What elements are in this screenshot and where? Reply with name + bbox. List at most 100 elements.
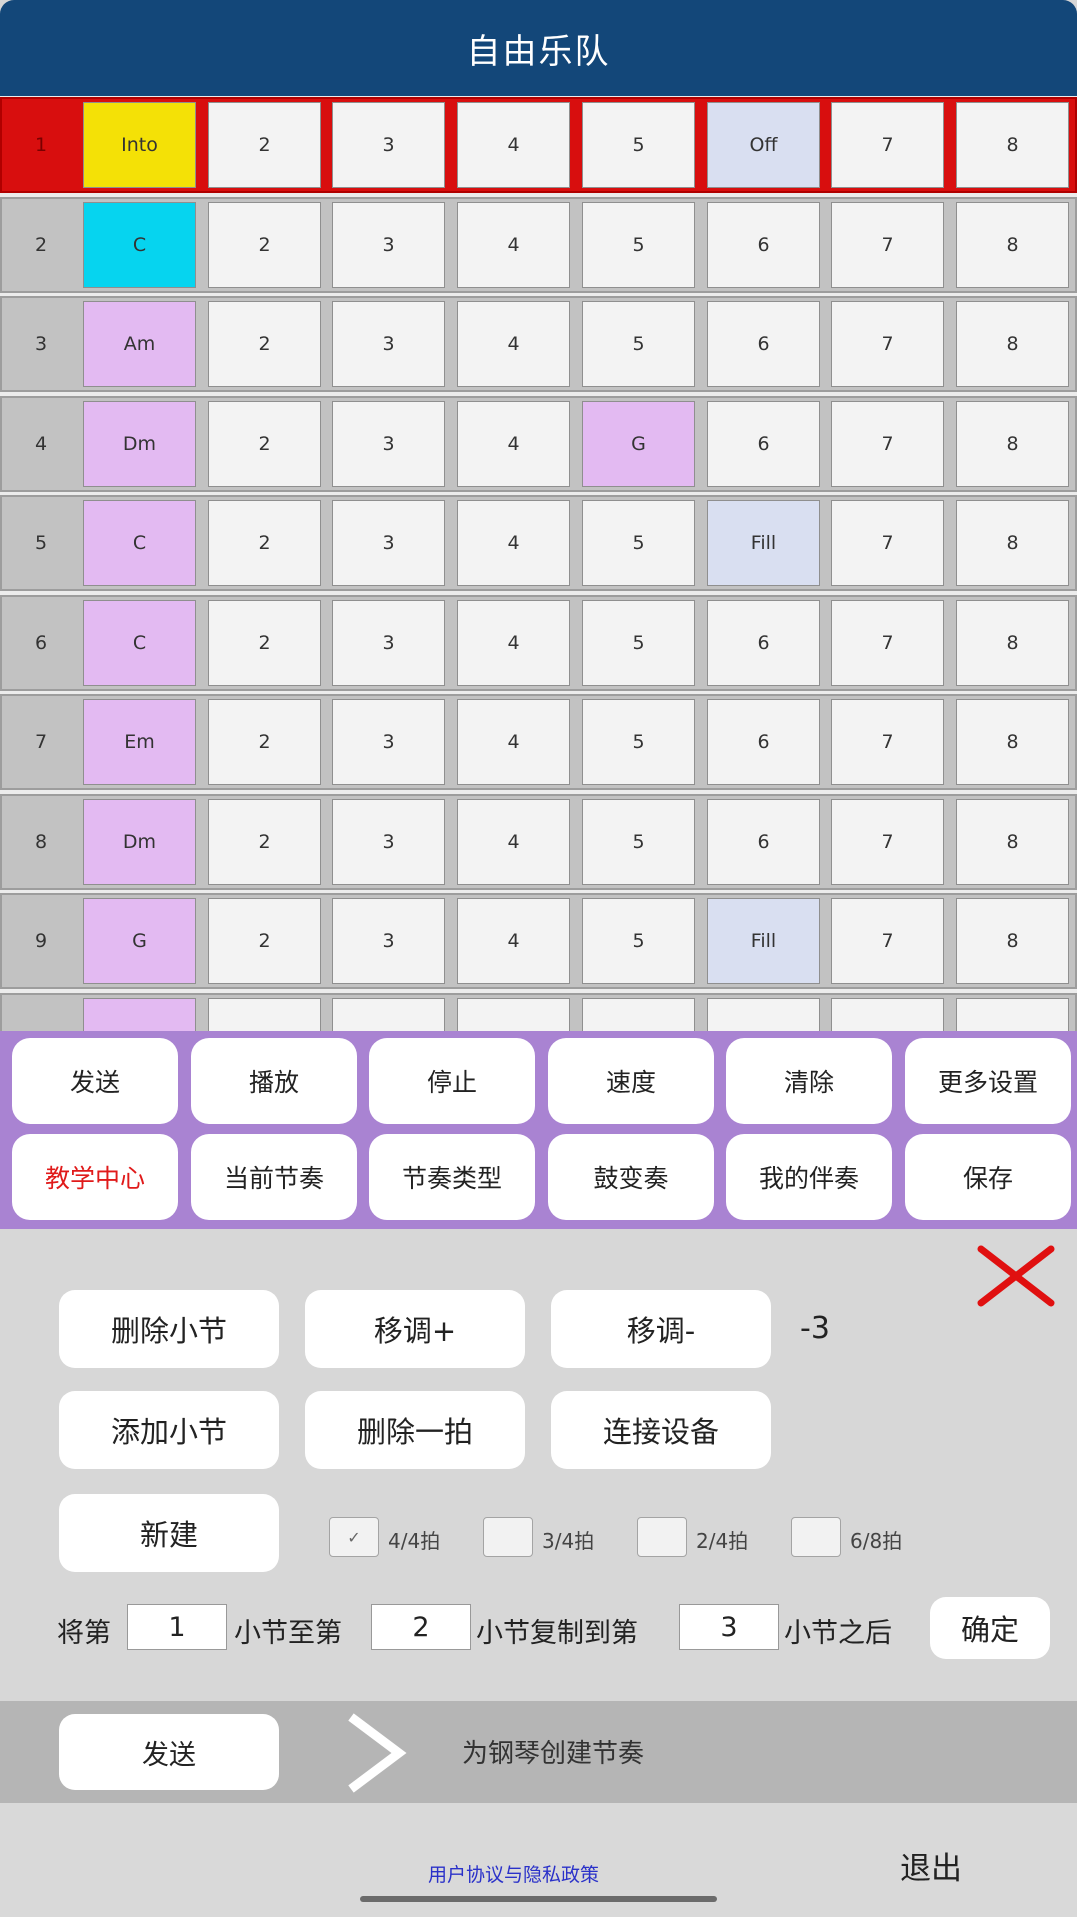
- beat-cell[interactable]: 7: [831, 500, 944, 586]
- confirm-button[interactable]: 确定: [930, 1597, 1050, 1659]
- delete-bar-button[interactable]: 删除小节: [59, 1290, 279, 1368]
- beat-cell[interactable]: 4: [457, 301, 570, 387]
- add-bar-button[interactable]: 添加小节: [59, 1391, 279, 1469]
- menu-button[interactable]: 速度: [548, 1038, 714, 1124]
- beat-cell[interactable]: [457, 998, 570, 1031]
- beat-cell[interactable]: 2: [208, 401, 321, 487]
- checkbox-4-4[interactable]: ✓: [329, 1517, 379, 1557]
- beat-cell[interactable]: 2: [208, 102, 321, 188]
- beat-cell[interactable]: 2: [208, 799, 321, 885]
- beat-cell[interactable]: Fill: [707, 500, 820, 586]
- beat-cell[interactable]: Dm: [83, 401, 196, 487]
- beat-cell[interactable]: 4: [457, 699, 570, 785]
- beat-cell[interactable]: 6: [707, 799, 820, 885]
- beat-cell[interactable]: 5: [582, 500, 695, 586]
- beat-cell[interactable]: 4: [457, 102, 570, 188]
- beat-cell[interactable]: 6: [707, 301, 820, 387]
- beat-cell[interactable]: 3: [332, 500, 445, 586]
- beat-cell[interactable]: 4: [457, 898, 570, 984]
- beat-cell[interactable]: 7: [831, 600, 944, 686]
- beat-cell[interactable]: 4: [457, 500, 570, 586]
- transpose-up-button[interactable]: 移调+: [305, 1290, 525, 1368]
- beat-cell[interactable]: C: [83, 500, 196, 586]
- beat-cell[interactable]: 3: [332, 202, 445, 288]
- beat-cell[interactable]: [707, 998, 820, 1031]
- beat-cell[interactable]: Off: [707, 102, 820, 188]
- beat-cell[interactable]: [83, 998, 196, 1031]
- beat-cell[interactable]: 6: [707, 699, 820, 785]
- beat-cell[interactable]: Em: [83, 699, 196, 785]
- menu-button[interactable]: 保存: [905, 1134, 1071, 1220]
- beat-cell[interactable]: 8: [956, 102, 1069, 188]
- beat-cell[interactable]: 3: [332, 898, 445, 984]
- checkbox-2-4[interactable]: [637, 1517, 687, 1557]
- beat-cell[interactable]: 7: [831, 699, 944, 785]
- beat-cell[interactable]: 3: [332, 102, 445, 188]
- menu-button[interactable]: 更多设置: [905, 1038, 1071, 1124]
- beat-cell[interactable]: [956, 998, 1069, 1031]
- beat-cell[interactable]: 4: [457, 600, 570, 686]
- beat-cell[interactable]: 2: [208, 301, 321, 387]
- beat-cell[interactable]: 8: [956, 500, 1069, 586]
- beat-cell[interactable]: 6: [707, 600, 820, 686]
- menu-button[interactable]: 发送: [12, 1038, 178, 1124]
- copy-to-input[interactable]: 2: [371, 1604, 471, 1650]
- beat-cell[interactable]: 7: [831, 301, 944, 387]
- menu-button[interactable]: 节奏类型: [369, 1134, 535, 1220]
- logout-button[interactable]: 退出: [900, 1843, 962, 1888]
- menu-button[interactable]: 清除: [726, 1038, 892, 1124]
- copy-target-input[interactable]: 3: [679, 1604, 779, 1650]
- beat-cell[interactable]: G: [582, 401, 695, 487]
- privacy-link[interactable]: 用户协议与隐私政策: [428, 1860, 599, 1887]
- beat-cell[interactable]: 6: [707, 401, 820, 487]
- copy-from-input[interactable]: 1: [127, 1604, 227, 1650]
- beat-cell[interactable]: 3: [332, 301, 445, 387]
- new-button[interactable]: 新建: [59, 1494, 279, 1572]
- menu-button[interactable]: 我的伴奏: [726, 1134, 892, 1220]
- beat-cell[interactable]: 3: [332, 600, 445, 686]
- beat-cell[interactable]: 5: [582, 699, 695, 785]
- menu-button[interactable]: 教学中心: [12, 1134, 178, 1220]
- beat-cell[interactable]: 8: [956, 699, 1069, 785]
- beat-cell[interactable]: Into: [83, 102, 196, 188]
- beat-cell[interactable]: 2: [208, 202, 321, 288]
- beat-cell[interactable]: 5: [582, 301, 695, 387]
- beat-cell[interactable]: 8: [956, 600, 1069, 686]
- beat-cell[interactable]: 8: [956, 301, 1069, 387]
- menu-button[interactable]: 鼓变奏: [548, 1134, 714, 1220]
- beat-cell[interactable]: C: [83, 600, 196, 686]
- close-icon[interactable]: [976, 1245, 1056, 1307]
- menu-button[interactable]: 当前节奏: [191, 1134, 357, 1220]
- beat-cell[interactable]: G: [83, 898, 196, 984]
- beat-cell[interactable]: 7: [831, 202, 944, 288]
- checkbox-3-4[interactable]: [483, 1517, 533, 1557]
- beat-cell[interactable]: 8: [956, 898, 1069, 984]
- beat-cell[interactable]: C: [83, 202, 196, 288]
- connect-device-button[interactable]: 连接设备: [551, 1391, 771, 1469]
- beat-cell[interactable]: Dm: [83, 799, 196, 885]
- beat-cell[interactable]: 7: [831, 401, 944, 487]
- beat-cell[interactable]: [831, 998, 944, 1031]
- beat-cell[interactable]: 8: [956, 401, 1069, 487]
- beat-cell[interactable]: 5: [582, 799, 695, 885]
- checkbox-6-8[interactable]: [791, 1517, 841, 1557]
- beat-cell[interactable]: 7: [831, 799, 944, 885]
- beat-cell[interactable]: 2: [208, 600, 321, 686]
- beat-cell[interactable]: 5: [582, 202, 695, 288]
- beat-cell[interactable]: 3: [332, 799, 445, 885]
- beat-cell[interactable]: 2: [208, 699, 321, 785]
- beat-cell[interactable]: [582, 998, 695, 1031]
- beat-cell[interactable]: 5: [582, 102, 695, 188]
- menu-button[interactable]: 停止: [369, 1038, 535, 1124]
- beat-cell[interactable]: 5: [582, 898, 695, 984]
- beat-cell[interactable]: [332, 998, 445, 1031]
- beat-cell[interactable]: 4: [457, 401, 570, 487]
- beat-cell[interactable]: [208, 998, 321, 1031]
- delete-beat-button[interactable]: 删除一拍: [305, 1391, 525, 1469]
- chevron-right-icon[interactable]: [345, 1713, 407, 1793]
- beat-cell[interactable]: 3: [332, 699, 445, 785]
- menu-button[interactable]: 播放: [191, 1038, 357, 1124]
- beat-cell[interactable]: 2: [208, 898, 321, 984]
- beat-cell[interactable]: Am: [83, 301, 196, 387]
- beat-cell[interactable]: 5: [582, 600, 695, 686]
